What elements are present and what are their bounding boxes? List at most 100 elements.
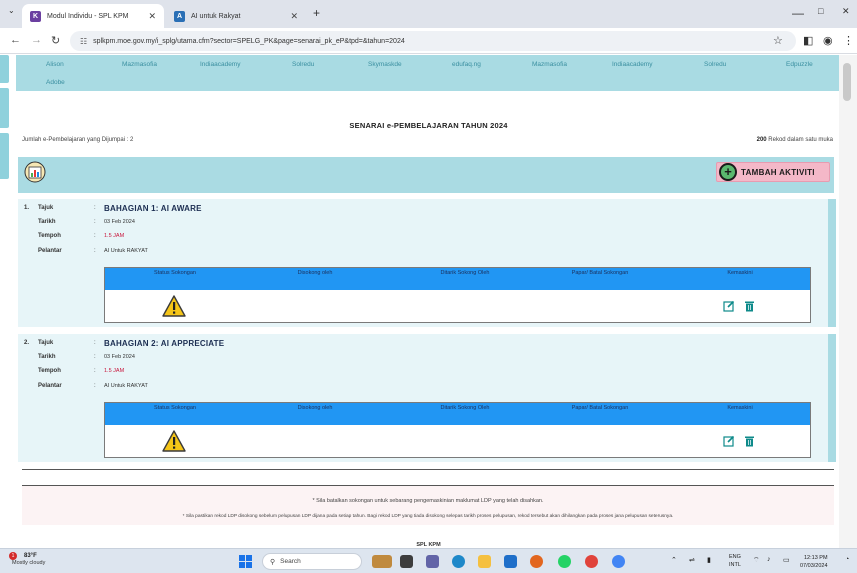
warning-icon [162, 430, 186, 452]
support-table: Status Sokongan Disokong oleh Ditarik So… [104, 267, 811, 323]
maximize-button[interactable]: □ [818, 6, 823, 16]
nav-link[interactable]: Indiaacademy [200, 61, 240, 68]
note-cancel-support: * Sila batalkan sokongan untuk sebarang … [312, 498, 544, 504]
nav-link[interactable]: edufaq.ng [452, 61, 481, 68]
header-disokong: Disokong oleh [297, 270, 333, 276]
nav-link[interactable]: Indiaacademy [612, 61, 652, 68]
address-bar[interactable]: ☷ splkpm.moe.gov.my/i_splg/utama.cfm?sec… [70, 31, 796, 51]
nav-link[interactable]: Edpuzzle [786, 61, 813, 68]
new-tab-button[interactable]: + [313, 6, 320, 20]
forward-arrow-icon[interactable]: → [31, 34, 42, 46]
note-ldp-disposal: * Sila pastikan rekod LDP disokong sebel… [182, 514, 674, 519]
header-ditarik: Ditarik Sokong Oleh [440, 405, 490, 411]
edit-icon[interactable] [723, 300, 735, 312]
nav-link[interactable]: Mazmasofia [532, 61, 567, 68]
site-info-icon[interactable]: ☷ [80, 37, 87, 46]
profile-icon[interactable]: ◉ [823, 34, 833, 47]
activity-title: BAHAGIAN 1: AI AWARE [104, 204, 202, 213]
activity-platform: AI Untuk RAKYAT [104, 383, 148, 389]
delete-icon[interactable] [744, 435, 755, 447]
label-tempoh: Tempoh [38, 368, 61, 374]
nav-link[interactable]: Adobe [46, 79, 65, 86]
section-divider [22, 469, 834, 470]
minimize-button[interactable]: — [792, 6, 804, 20]
report-icon[interactable] [24, 161, 46, 183]
activity-duration: 1.5 JAM [104, 368, 125, 374]
clock-date: 07/03/2024 [800, 563, 828, 569]
card-edge [828, 334, 836, 462]
reload-icon[interactable]: ↻ [51, 34, 60, 47]
chrome-icon[interactable] [612, 555, 625, 568]
platform-nav: Alison Mazmasofia Indiaacademy Solredu S… [16, 55, 840, 91]
scrollbar-track[interactable] [839, 55, 857, 548]
header-papar: Papar/ Batal Sokongan [571, 270, 629, 276]
records-per-page: 200 Rekod dalam satu muka [757, 137, 833, 143]
nav-link[interactable]: Solredu [292, 61, 314, 68]
ai-rakyat-icon: A [174, 10, 185, 22]
nav-link[interactable]: Alison [46, 61, 64, 68]
wifi-icon[interactable]: ⌔ [753, 556, 760, 565]
close-tab-icon[interactable]: ✕ [148, 11, 156, 22]
firefox-icon[interactable] [530, 555, 543, 568]
sidebar-handle[interactable] [0, 55, 9, 83]
colon: : [94, 354, 96, 360]
battery-icon[interactable]: ▭ [783, 556, 790, 564]
activity-date: 03 Feb 2024 [104, 354, 135, 360]
close-tab-icon[interactable]: ✕ [290, 11, 298, 22]
edit-icon[interactable] [723, 435, 735, 447]
close-window-button[interactable]: ✕ [842, 6, 850, 17]
windows-start-icon[interactable] [239, 555, 252, 568]
back-arrow-icon[interactable]: ← [10, 34, 21, 46]
weather-widget[interactable]: 83°F Mostly cloudy [12, 553, 45, 566]
meet-icon[interactable]: ▮ [707, 556, 711, 564]
add-activity-button[interactable]: + TAMBAH AKTIVITI [716, 162, 830, 182]
mail-icon[interactable] [504, 555, 517, 568]
edge-icon[interactable] [452, 555, 465, 568]
tab-list-chevron-icon[interactable]: ⌄ [8, 6, 15, 15]
bookmark-star-icon[interactable]: ☆ [773, 34, 783, 47]
delete-icon[interactable] [744, 300, 755, 312]
whatsapp-icon[interactable] [558, 555, 571, 568]
search-label: Search [280, 558, 301, 565]
show-hidden-icons-icon[interactable]: ⌃ [671, 556, 677, 564]
colon: : [94, 219, 96, 225]
rewards-icon[interactable] [372, 555, 392, 568]
taskbar-search[interactable]: ⚲ Search [262, 553, 362, 570]
page-content: Alison Mazmasofia Indiaacademy Solredu S… [0, 55, 857, 548]
tab-ai-rakyat[interactable]: A AI untuk Rakyat ✕ [166, 4, 306, 28]
notifications-icon[interactable]: ◔ [845, 556, 849, 563]
colon: : [94, 233, 96, 239]
nav-link[interactable]: Solredu [704, 61, 726, 68]
network-settings-icon[interactable]: ⇌ [689, 556, 695, 564]
tab-title: Modul Individu - SPL KPM [47, 12, 129, 20]
colon: : [94, 340, 96, 346]
colon: : [94, 383, 96, 389]
scrollbar-thumb[interactable] [843, 63, 851, 101]
side-panel-icon[interactable]: ◧ [803, 34, 813, 47]
nav-link[interactable]: Skymaskde [368, 61, 402, 68]
volume-icon[interactable]: ♪ [767, 556, 771, 563]
label-tajuk: Tajuk [38, 340, 54, 346]
support-table: Status Sokongan Disokong oleh Ditarik So… [104, 402, 811, 458]
language-indicator[interactable]: ENG INTL [729, 553, 741, 569]
file-explorer-icon[interactable] [478, 555, 491, 568]
browser-toolbar: ← → ↻ ☷ splkpm.moe.gov.my/i_splg/utama.c… [0, 28, 857, 54]
chat-icon[interactable] [426, 555, 439, 568]
activity-platform: AI Untuk RAKYAT [104, 248, 148, 254]
header-status: Status Sokongan [154, 405, 196, 411]
colon: : [94, 205, 96, 211]
task-view-icon[interactable] [400, 555, 413, 568]
notes-box: * Sila batalkan sokongan untuk sebarang … [22, 485, 834, 525]
tab-modul-individu[interactable]: K Modul Individu - SPL KPM ✕ [22, 4, 164, 28]
menu-dots-icon[interactable]: ⋮ [843, 34, 854, 47]
system-clock[interactable]: 12:13 PM 07/03/2024 [800, 554, 828, 570]
support-table-header: Status Sokongan Disokong oleh Ditarik So… [105, 268, 810, 290]
records-per-page-text: Rekod dalam satu muka [768, 137, 833, 143]
sidebar-handle[interactable] [0, 133, 9, 179]
plus-circle-icon: + [719, 163, 737, 181]
app-icon[interactable] [585, 555, 598, 568]
header-kemaskini: Kemaskini [727, 405, 753, 411]
taskbar: 1 83°F Mostly cloudy ⚲ Search ⌃ ⇌ ▮ ENG … [0, 548, 857, 573]
add-activity-label: TAMBAH AKTIVITI [741, 167, 815, 177]
nav-link[interactable]: Mazmasofia [122, 61, 157, 68]
